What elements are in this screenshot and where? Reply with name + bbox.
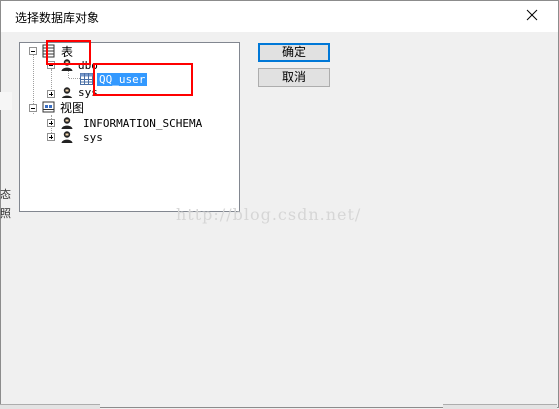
tree-node-label: INFORMATION_SCHEMA [83,116,203,130]
expand-toggle[interactable] [47,90,55,98]
tree-node-schema-sys[interactable]: sys [60,130,103,144]
tree-node-schema-information-schema[interactable]: INFORMATION_SCHEMA [60,116,202,130]
tree-node-views[interactable]: 视图 [42,100,85,115]
user-schema-icon [61,117,73,129]
annotation-highlight-box [93,63,193,96]
close-icon [526,9,538,21]
background-text-fragment: 照 [0,207,11,220]
collapse-toggle[interactable] [29,47,37,55]
watermark-text: http://blog.csdn.net/ [176,205,362,224]
user-schema-icon [61,131,73,143]
title-bar[interactable]: 选择数据库对象 [1,1,558,32]
background-window-fragment [0,92,12,110]
expand-toggle[interactable] [47,119,55,127]
table-icon [80,73,93,85]
view-folder-icon [42,101,55,113]
close-button[interactable] [522,5,544,27]
user-schema-icon [61,87,73,98]
tree-node-label: sys [83,130,103,144]
collapse-toggle[interactable] [29,104,37,112]
window-title: 选择数据库对象 [15,11,100,25]
background-text-fragment: 态 [0,188,11,201]
background-window-fragment [0,404,100,409]
background-window-fragment [443,404,557,409]
tree-node-label: 视图 [60,100,85,115]
tree-line [69,78,80,79]
expand-toggle[interactable] [47,133,55,141]
annotation-highlight-box [46,40,91,65]
cancel-button[interactable]: 取消 [258,68,330,87]
ok-button[interactable]: 确定 [258,43,330,62]
